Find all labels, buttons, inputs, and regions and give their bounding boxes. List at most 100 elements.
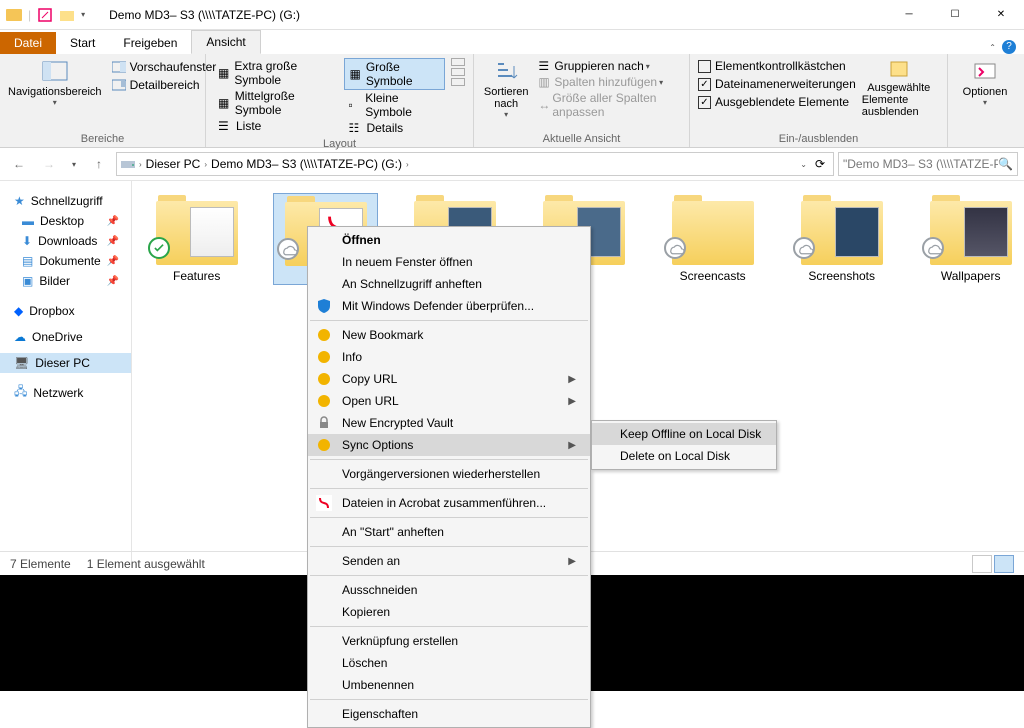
sort-by-button[interactable]: Sortieren nach ▾ bbox=[482, 58, 530, 119]
ctx-copy[interactable]: Kopieren bbox=[308, 601, 590, 623]
breadcrumb-path[interactable]: Demo MD3– S3 (\\\\TATZE-PC) (G:) bbox=[211, 157, 402, 171]
sidebar-item-downloads[interactable]: ⬇Downloads📌 bbox=[0, 231, 131, 251]
pictures-icon: ▣ bbox=[22, 274, 33, 288]
cloud-badge-icon bbox=[664, 237, 686, 259]
ctx-cut[interactable]: Ausschneiden bbox=[308, 579, 590, 601]
group-aktuelle-label: Aktuelle Ansicht bbox=[482, 131, 681, 145]
maximize-button[interactable]: ☐ bbox=[932, 0, 978, 30]
preview-pane-button[interactable]: Vorschaufenster bbox=[108, 58, 221, 76]
tab-datei[interactable]: Datei bbox=[0, 32, 56, 54]
sidebar-item-desktop[interactable]: ▬Desktop📌 bbox=[0, 211, 131, 231]
view-icons-button[interactable] bbox=[994, 555, 1014, 573]
view-extra-large[interactable]: ▦Extra große Symbole bbox=[214, 58, 338, 88]
up-button[interactable]: ↑ bbox=[86, 152, 112, 176]
dropbox-icon: ◆ bbox=[14, 304, 23, 318]
ctx-copy-url[interactable]: Copy URL▶ bbox=[308, 368, 590, 390]
refresh-icon[interactable]: ⟳ bbox=[811, 157, 829, 171]
folder-screenshots[interactable]: Screenshots bbox=[789, 193, 894, 283]
back-button[interactable]: ← bbox=[6, 152, 32, 176]
sidebar-quick-access[interactable]: ★Schnellzugriff bbox=[0, 191, 131, 211]
folder-label: Wallpapers bbox=[941, 269, 1001, 283]
view-details[interactable]: ☷Details bbox=[344, 120, 445, 136]
ctx-acrobat[interactable]: Dateien in Acrobat zusammenführen... bbox=[308, 492, 590, 514]
sidebar-item-documents[interactable]: ▤Dokumente📌 bbox=[0, 251, 131, 271]
properties-icon[interactable] bbox=[37, 7, 53, 23]
chevron-right-icon: ▶ bbox=[568, 396, 576, 407]
gallery-down-icon[interactable] bbox=[451, 68, 465, 76]
checkbox-extensions[interactable]: ✓Dateinamenerweiterungen bbox=[698, 76, 856, 92]
separator bbox=[310, 575, 588, 576]
checkbox-item-checkboxes[interactable]: Elementkontrollkästchen bbox=[698, 58, 856, 74]
tab-ansicht[interactable]: Ansicht bbox=[191, 30, 260, 54]
ctx-sync-options[interactable]: Sync Options▶ bbox=[308, 434, 590, 456]
ctx-previous-versions[interactable]: Vorgängerversionen wiederherstellen bbox=[308, 463, 590, 485]
view-list[interactable]: ☰Liste bbox=[214, 118, 338, 134]
separator bbox=[310, 488, 588, 489]
ctx-properties[interactable]: Eigenschaften bbox=[308, 703, 590, 725]
submenu-keep-offline[interactable]: Keep Offline on Local Disk bbox=[592, 423, 776, 445]
gallery-up-icon[interactable] bbox=[451, 58, 465, 66]
ctx-pin-start[interactable]: An "Start" anheften bbox=[308, 521, 590, 543]
chevron-down-icon: ▾ bbox=[504, 110, 508, 119]
ctx-delete[interactable]: Löschen bbox=[308, 652, 590, 674]
ctx-open-url[interactable]: Open URL▶ bbox=[308, 390, 590, 412]
minimize-button[interactable]: ─ bbox=[886, 0, 932, 30]
desktop-icon: ▬ bbox=[22, 214, 34, 228]
ctx-pin-quick[interactable]: An Schnellzugriff anheften bbox=[308, 273, 590, 295]
tab-freigeben[interactable]: Freigeben bbox=[109, 32, 191, 54]
ribbon-collapse-icon[interactable]: ⌃ bbox=[989, 43, 996, 52]
group-by-button[interactable]: ☰Gruppieren nach▾ bbox=[536, 58, 681, 74]
lock-icon bbox=[316, 415, 332, 431]
checkbox-hidden[interactable]: ✓Ausgeblendete Elemente bbox=[698, 94, 856, 110]
forward-button[interactable]: → bbox=[36, 152, 62, 176]
detail-pane-button[interactable]: Detailbereich bbox=[108, 76, 221, 94]
checkbox-icon: ✓ bbox=[698, 78, 711, 91]
status-item-count: 7 Elemente bbox=[10, 557, 71, 571]
tab-start[interactable]: Start bbox=[56, 32, 109, 54]
ctx-new-bookmark[interactable]: New Bookmark bbox=[308, 324, 590, 346]
gallery-more-icon[interactable] bbox=[451, 78, 465, 86]
sidebar-network[interactable]: 🖧Netzwerk bbox=[0, 379, 131, 406]
folder-screencasts[interactable]: Screencasts bbox=[660, 193, 765, 283]
folder-icon[interactable] bbox=[59, 7, 75, 23]
address-bar[interactable]: › Dieser PC › Demo MD3– S3 (\\\\TATZE-PC… bbox=[116, 152, 834, 176]
chevron-right-icon[interactable]: › bbox=[204, 160, 207, 169]
address-dropdown[interactable]: ⌄ bbox=[800, 160, 807, 169]
sidebar-item-pictures[interactable]: ▣Bilder📌 bbox=[0, 271, 131, 291]
ctx-send-to[interactable]: Senden an▶ bbox=[308, 550, 590, 572]
group-layout-label: Layout bbox=[214, 136, 465, 150]
qat-dropdown[interactable]: ▾ bbox=[81, 10, 85, 19]
chevron-right-icon[interactable]: › bbox=[139, 160, 142, 169]
ctx-new-vault[interactable]: New Encrypted Vault bbox=[308, 412, 590, 434]
synced-badge-icon bbox=[148, 237, 170, 259]
sidebar-dropbox[interactable]: ◆Dropbox bbox=[0, 301, 131, 321]
checkbox-icon: ✓ bbox=[698, 96, 711, 109]
ctx-rename[interactable]: Umbenennen bbox=[308, 674, 590, 696]
view-large[interactable]: ▦Große Symbole bbox=[344, 58, 445, 90]
ctx-info[interactable]: Info bbox=[308, 346, 590, 368]
folder-features[interactable]: Features bbox=[144, 193, 249, 283]
recent-locations-button[interactable]: ▾ bbox=[66, 152, 82, 176]
ctx-shortcut[interactable]: Verknüpfung erstellen bbox=[308, 630, 590, 652]
navigation-pane-button[interactable]: Navigationsbereich ▾ bbox=[8, 58, 102, 107]
view-medium[interactable]: ▦Mittelgroße Symbole bbox=[214, 88, 338, 118]
sidebar-this-pc[interactable]: 🖥Dieser PC bbox=[0, 353, 131, 373]
submenu-delete-local[interactable]: Delete on Local Disk bbox=[592, 445, 776, 467]
sidebar-onedrive[interactable]: ☁OneDrive bbox=[0, 327, 131, 347]
duck-icon bbox=[316, 437, 332, 453]
ctx-open[interactable]: Öffnen bbox=[308, 229, 590, 251]
ctx-new-window[interactable]: In neuem Fenster öffnen bbox=[308, 251, 590, 273]
view-details-button[interactable] bbox=[972, 555, 992, 573]
close-button[interactable]: ✕ bbox=[978, 0, 1024, 30]
fit-columns-button[interactable]: ↔Größe aller Spalten anpassen bbox=[536, 90, 681, 120]
help-icon[interactable]: ? bbox=[1002, 40, 1016, 54]
options-button[interactable]: Optionen ▾ bbox=[956, 58, 1014, 107]
breadcrumb-pc[interactable]: Dieser PC bbox=[146, 157, 201, 171]
ctx-defender[interactable]: Mit Windows Defender überprüfen... bbox=[308, 295, 590, 317]
hide-selected-button[interactable]: Ausgewählte Elemente ausblenden bbox=[862, 58, 936, 118]
search-input[interactable]: "Demo MD3– S3 (\\\\TATZE-PC... 🔍 bbox=[838, 152, 1018, 176]
chevron-right-icon[interactable]: › bbox=[406, 160, 409, 169]
folder-wallpapers[interactable]: Wallpapers bbox=[918, 193, 1023, 283]
add-columns-button[interactable]: ▥Spalten hinzufügen▾ bbox=[536, 74, 681, 90]
view-small[interactable]: ▫Kleine Symbole bbox=[344, 90, 445, 120]
